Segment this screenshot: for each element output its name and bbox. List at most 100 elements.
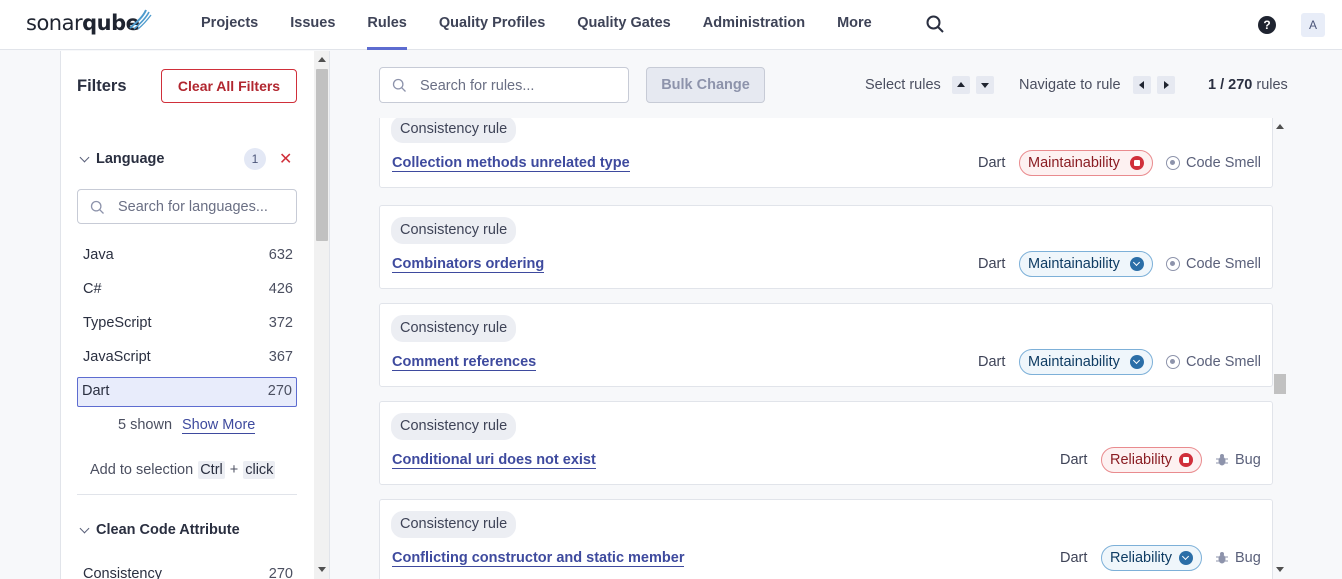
clean-code-attribute-tag: Consistency rule xyxy=(391,511,517,538)
rule-card[interactable]: Consistency rule Collection methods unre… xyxy=(379,118,1273,188)
close-icon[interactable]: ✕ xyxy=(279,149,292,169)
rule-type: Bug xyxy=(1215,550,1261,566)
rule-language: Dart xyxy=(978,256,1006,272)
arrow-right-icon xyxy=(1164,81,1169,89)
impact-badge[interactable]: Maintainability xyxy=(1019,349,1153,375)
navigate-to-rule-label: Navigate to rule xyxy=(1019,77,1121,93)
rule-language: Dart xyxy=(1060,550,1088,566)
rule-card[interactable]: Consistency rule Comment references Dart… xyxy=(379,303,1273,387)
paging-suffix: rules xyxy=(1256,77,1288,93)
impact-label: Reliability xyxy=(1110,550,1173,566)
language-item-java[interactable]: Java 632 xyxy=(77,241,297,271)
search-icon xyxy=(392,78,406,92)
language-count: 426 xyxy=(268,281,293,297)
nav-issues[interactable]: Issues xyxy=(274,0,351,50)
impact-label: Maintainability xyxy=(1028,256,1120,272)
impact-badge[interactable]: Reliability xyxy=(1101,447,1202,473)
rules-scroll-thumb[interactable] xyxy=(1274,374,1286,394)
impact-label: Maintainability xyxy=(1028,354,1120,370)
severity-low-icon xyxy=(1130,257,1144,271)
language-item-csharp[interactable]: C# 426 xyxy=(77,275,297,305)
arrow-left-icon xyxy=(1139,81,1144,89)
language-item-javascript[interactable]: JavaScript 367 xyxy=(77,343,297,373)
nav-rules[interactable]: Rules xyxy=(351,0,423,50)
scroll-down-arrow[interactable] xyxy=(318,567,326,572)
rule-card[interactable]: Consistency rule Conflicting constructor… xyxy=(379,499,1273,579)
clean-code-count: 270 xyxy=(268,566,293,579)
bug-icon xyxy=(1216,454,1228,466)
top-navigation-bar: sonarqube Projects Issues Rules Quality … xyxy=(0,0,1342,50)
sonarqube-logo[interactable]: sonarqube xyxy=(26,11,140,35)
select-next-button[interactable] xyxy=(976,76,994,94)
avatar[interactable]: A xyxy=(1301,13,1325,37)
scroll-up-arrow[interactable] xyxy=(1276,124,1284,129)
rules-search-input[interactable]: Search for rules... xyxy=(379,67,629,103)
add-selection-text: Add to selection xyxy=(90,462,194,478)
sidebar-scroll-thumb[interactable] xyxy=(316,69,328,241)
click-key: click xyxy=(243,461,276,479)
filters-sidebar: Filters Clear All Filters Language 1 ✕ S… xyxy=(60,51,314,579)
rules-main-panel: Search for rules... Bulk Change Select r… xyxy=(330,51,1342,579)
facet-divider xyxy=(77,494,297,495)
rule-type-label: Code Smell xyxy=(1186,354,1261,370)
language-item-dart[interactable]: Dart 270 xyxy=(77,377,297,407)
nav-administration[interactable]: Administration xyxy=(687,0,821,50)
nav-projects[interactable]: Projects xyxy=(185,0,274,50)
clean-code-attribute-facet-header[interactable]: Clean Code Attribute xyxy=(79,522,240,538)
rule-card[interactable]: Consistency rule Conditional uri does no… xyxy=(379,401,1273,485)
language-search-input[interactable]: Search for languages... xyxy=(77,189,297,224)
scroll-down-arrow[interactable] xyxy=(1276,567,1284,572)
navigate-previous-button[interactable] xyxy=(1133,76,1151,94)
sidebar-scrollbar[interactable] xyxy=(314,51,330,579)
scroll-up-arrow[interactable] xyxy=(318,57,326,62)
nav-more[interactable]: More xyxy=(821,0,888,50)
help-icon[interactable]: ? xyxy=(1258,16,1276,34)
clear-all-filters-button[interactable]: Clear All Filters xyxy=(161,69,297,103)
impact-badge[interactable]: Maintainability xyxy=(1019,251,1153,277)
search-icon[interactable] xyxy=(925,14,945,34)
navigate-next-button[interactable] xyxy=(1157,76,1175,94)
language-facet-header[interactable]: Language xyxy=(79,151,164,167)
rule-language: Dart xyxy=(978,354,1006,370)
clean-code-item-consistency[interactable]: Consistency 270 xyxy=(77,566,297,579)
language-search-placeholder: Search for languages... xyxy=(118,199,268,215)
language-count-badge: 1 xyxy=(244,148,266,170)
rule-name-link[interactable]: Conditional uri does not exist xyxy=(392,452,596,469)
severity-high-icon xyxy=(1179,453,1193,467)
ctrl-key: Ctrl xyxy=(198,461,225,479)
arrow-down-icon xyxy=(981,83,989,88)
impact-badge[interactable]: Reliability xyxy=(1101,545,1202,571)
filters-title: Filters xyxy=(77,77,127,95)
rule-name-link[interactable]: Combinators ordering xyxy=(392,256,545,273)
rule-type: Code Smell xyxy=(1166,256,1261,272)
rule-language: Dart xyxy=(978,155,1006,171)
language-name: Dart xyxy=(82,383,110,399)
rule-type-label: Bug xyxy=(1235,550,1261,566)
language-item-typescript[interactable]: TypeScript 372 xyxy=(77,309,297,339)
impact-label: Reliability xyxy=(1110,452,1173,468)
rules-list-scrollbar[interactable] xyxy=(1273,118,1287,579)
rule-card[interactable]: Consistency rule Combinators ordering Da… xyxy=(379,205,1273,289)
rules-list: Consistency rule Collection methods unre… xyxy=(379,118,1273,579)
add-to-selection-hint: Add to selection Ctrl + click xyxy=(90,461,276,479)
select-previous-button[interactable] xyxy=(952,76,970,94)
impact-badge[interactable]: Maintainability xyxy=(1019,150,1153,176)
plus-sign: + xyxy=(229,462,239,478)
nav-quality-gates[interactable]: Quality Gates xyxy=(561,0,686,50)
shown-count-text: 5 shown xyxy=(118,417,173,433)
language-name: TypeScript xyxy=(83,315,152,331)
rule-type-label: Code Smell xyxy=(1186,256,1261,272)
main-nav: Projects Issues Rules Quality Profiles Q… xyxy=(185,0,888,50)
bulk-change-button[interactable]: Bulk Change xyxy=(646,67,765,103)
rule-type-label: Bug xyxy=(1235,452,1261,468)
rule-name-link[interactable]: Comment references xyxy=(392,354,537,371)
paging-current: 1 / 270 xyxy=(1208,77,1253,93)
language-count: 632 xyxy=(268,247,293,263)
chevron-down-icon xyxy=(79,152,90,162)
show-more-link[interactable]: Show More xyxy=(182,417,256,434)
nav-quality-profiles[interactable]: Quality Profiles xyxy=(423,0,561,50)
clean-code-name: Consistency xyxy=(83,566,162,579)
rule-name-link[interactable]: Conflicting constructor and static membe… xyxy=(392,550,685,567)
language-count: 372 xyxy=(268,315,293,331)
rule-name-link[interactable]: Collection methods unrelated type xyxy=(392,155,630,172)
